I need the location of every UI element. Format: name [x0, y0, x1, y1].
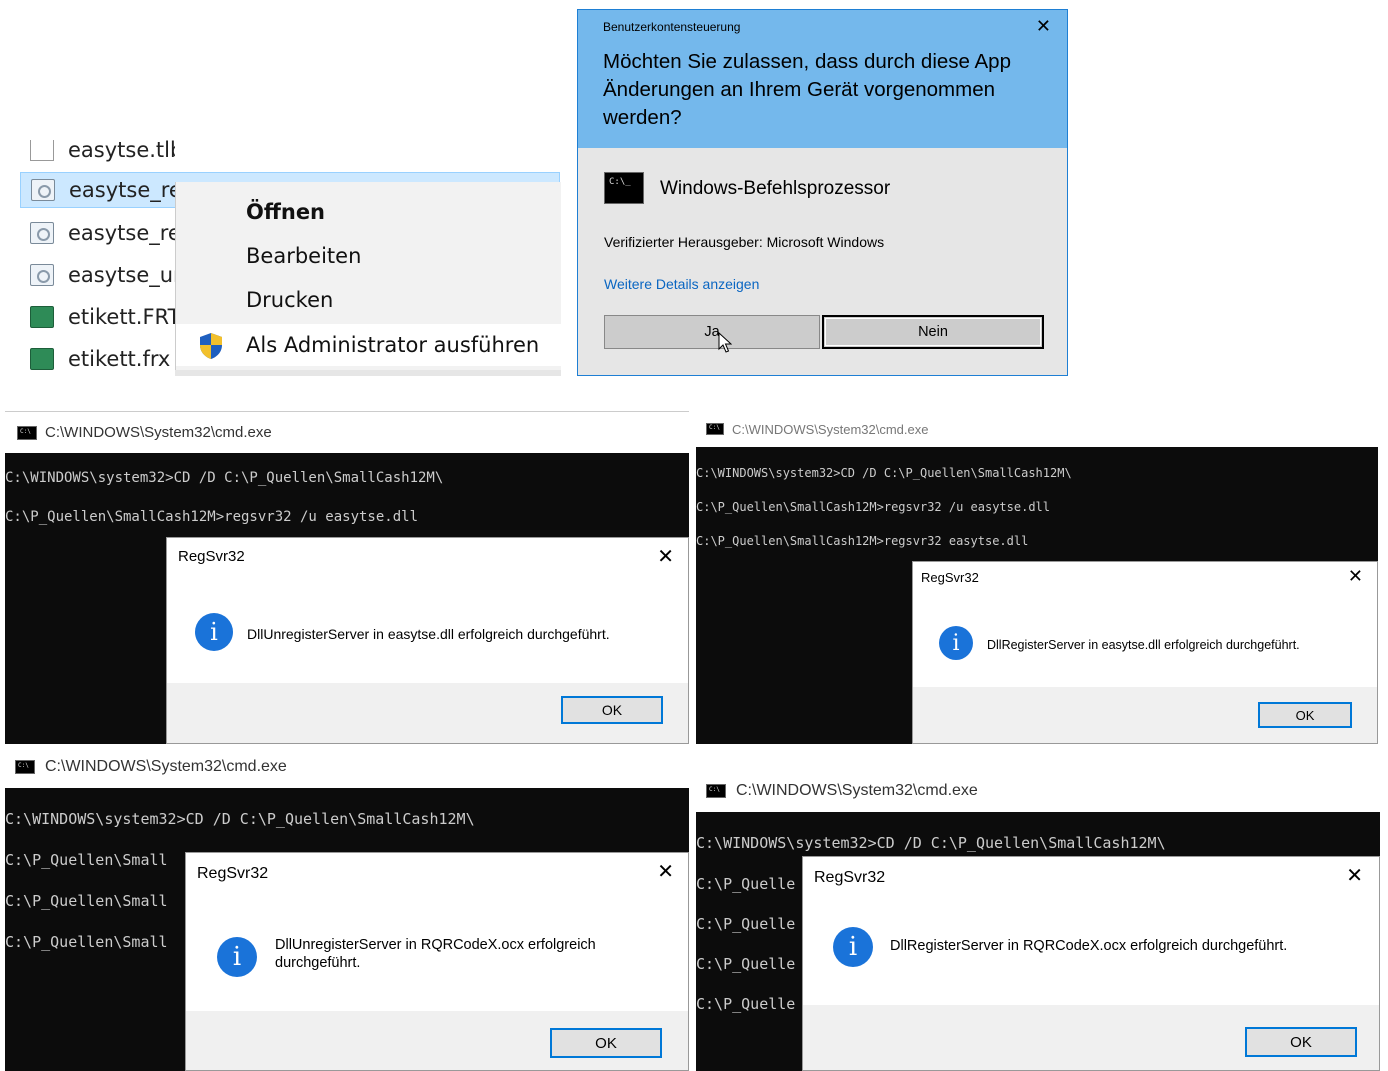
uac-shield-icon — [200, 333, 222, 359]
file-name: etikett.frx — [68, 347, 171, 371]
console-line: C:\P_Quellen\SmallCash12M>regsvr32 /u ea… — [5, 509, 419, 525]
menu-item-edit[interactable]: Bearbeiten — [246, 244, 361, 268]
dialog-message: DllUnregisterServer in RQRCodeX.ocx erfo… — [275, 937, 596, 971]
ok-label: OK — [1290, 1033, 1312, 1051]
file-name: easytse.tlb — [68, 140, 175, 162]
cmd-title: C:\WINDOWS\System32\cmd.exe — [45, 424, 272, 441]
close-icon[interactable]: ✕ — [1346, 863, 1363, 888]
cmd-icon: C:\ — [17, 426, 37, 440]
file-row[interactable]: easytse_ur — [20, 257, 175, 293]
ok-button[interactable]: OK — [561, 696, 663, 724]
cmd-window: C:\ C:\WINDOWS\System32\cmd.exe C:\WINDO… — [5, 411, 689, 744]
file-row[interactable]: etikett.FRT — [20, 299, 175, 335]
ok-label: OK — [1295, 707, 1315, 723]
ok-label: OK — [601, 702, 623, 718]
form-file-icon — [30, 306, 54, 328]
cmd-window: C:\ C:\WINDOWS\System32\cmd.exe C:\WINDO… — [696, 772, 1380, 1071]
cmd-titlebar: C:\ C:\WINDOWS\System32\cmd.exe — [5, 411, 689, 454]
file-icon — [30, 140, 54, 161]
console-line: C:\WINDOWS\system32>CD /D C:\P_Quellen\S… — [5, 810, 475, 828]
info-icon: i — [833, 927, 873, 967]
console-line: C:\WINDOWS\system32>CD /D C:\P_Quellen\S… — [696, 834, 1166, 852]
info-icon: i — [939, 626, 973, 660]
context-menu-shadow — [175, 370, 561, 376]
yes-button[interactable]: Ja — [604, 315, 820, 353]
config-file-icon — [30, 264, 54, 286]
menu-item-label: Als Administrator ausführen — [246, 333, 540, 357]
file-name: etikett.FRT — [68, 305, 175, 329]
uac-caption: Benutzerkontensteuerung — [603, 20, 741, 34]
console-line: C:\P_Quellen\Small — [5, 892, 168, 910]
info-icon: i — [195, 613, 233, 651]
cmd-icon: C:\ — [15, 760, 35, 774]
cmd-icon: C:\ — [706, 784, 726, 798]
console-line: C:\P_Quellen\SmallCash12M>regsvr32 /u ea… — [696, 500, 1051, 514]
cmd-icon: C:\ — [706, 423, 724, 435]
close-icon[interactable]: ✕ — [1348, 566, 1363, 587]
file-row[interactable]: etikett.frx — [20, 341, 175, 376]
console-line: C:\WINDOWS\system32>CD /D C:\P_Quellen\S… — [5, 470, 444, 486]
ok-button[interactable]: OK — [1258, 702, 1352, 728]
console-line: C:\P_Quellen\Small — [5, 851, 168, 869]
cmd-window: C:\ C:\WINDOWS\System32\cmd.exe C:\WINDO… — [696, 411, 1378, 744]
regsvr32-dialog: RegSvr32 ✕ i DllRegisterServer in easyts… — [912, 561, 1378, 744]
close-icon[interactable]: ✕ — [657, 544, 674, 569]
regsvr32-dialog: RegSvr32 ✕ i DllUnregisterServer in RQRC… — [185, 852, 689, 1071]
mouse-cursor-icon — [718, 332, 732, 353]
dialog-title: RegSvr32 — [178, 548, 245, 565]
config-file-icon — [31, 179, 55, 201]
dialog-message: DllRegisterServer in easytse.dll erfolgr… — [987, 638, 1300, 652]
uac-question: Möchten Sie zulassen, dass durch diese A… — [603, 50, 1011, 129]
ok-label: OK — [595, 1034, 617, 1052]
regsvr32-dialog: RegSvr32 ✕ i DllRegisterServer in RQRCod… — [802, 856, 1380, 1071]
config-file-icon — [30, 222, 54, 244]
cmd-titlebar: C:\ C:\WINDOWS\System32\cmd.exe — [696, 772, 1380, 812]
cmd-window: C:\ C:\WINDOWS\System32\cmd.exe C:\WINDO… — [5, 748, 689, 1071]
file-name: easytse_ur — [68, 263, 175, 287]
cmd-title: C:\WINDOWS\System32\cmd.exe — [732, 422, 929, 437]
dialog-title: RegSvr32 — [814, 869, 886, 886]
cmd-title: C:\WINDOWS\System32\cmd.exe — [736, 782, 978, 799]
details-link[interactable]: Weitere Details anzeigen — [604, 276, 759, 292]
menu-item-print[interactable]: Drucken — [246, 288, 333, 312]
file-name: easytse_re — [69, 178, 182, 202]
file-row[interactable]: easytse_re — [20, 215, 175, 251]
console-line: C:\P_Quelle — [696, 875, 796, 893]
dialog-title: RegSvr32 — [921, 570, 979, 585]
ok-button[interactable]: OK — [550, 1028, 662, 1058]
form-file-icon — [30, 348, 54, 370]
console-line: C:\P_Quelle — [696, 955, 796, 973]
uac-app-name: Windows-Befehlsprozessor — [660, 178, 891, 199]
info-icon: i — [217, 937, 257, 977]
uac-dialog: Benutzerkontensteuerung ✕ Möchten Sie zu… — [577, 9, 1068, 376]
console-line: C:\P_Quellen\Small — [5, 933, 168, 951]
console-line: C:\WINDOWS\system32>CD /D C:\P_Quellen\S… — [696, 466, 1072, 480]
cmd-icon: C:\_ — [604, 172, 644, 204]
file-name: easytse_re — [68, 221, 175, 245]
console-line: C:\P_Quelle — [696, 995, 796, 1013]
file-row[interactable]: easytse.tlb — [20, 140, 175, 168]
dialog-message: DllUnregisterServer in easytse.dll erfol… — [247, 626, 610, 642]
context-menu: Öffnen Bearbeiten Drucken Als Administra… — [175, 182, 562, 376]
close-icon[interactable]: ✕ — [1036, 16, 1051, 37]
close-icon[interactable]: ✕ — [657, 859, 674, 884]
dialog-message: DllRegisterServer in RQRCodeX.ocx erfolg… — [890, 938, 1288, 954]
regsvr32-dialog: RegSvr32 ✕ i DllUnregisterServer in easy… — [166, 537, 689, 744]
menu-item-open[interactable]: Öffnen — [246, 200, 325, 224]
cmd-titlebar: C:\ C:\WINDOWS\System32\cmd.exe — [696, 411, 1378, 447]
uac-publisher: Verifizierter Herausgeber: Microsoft Win… — [604, 234, 885, 250]
no-button[interactable]: Nein — [822, 315, 1044, 349]
console-line: C:\P_Quellen\SmallCash12M>regsvr32 easyt… — [696, 534, 1029, 548]
menu-item-run-as-admin[interactable]: Als Administrator ausführen — [176, 324, 562, 366]
cmd-title: C:\WINDOWS\System32\cmd.exe — [45, 758, 287, 775]
cmd-titlebar: C:\ C:\WINDOWS\System32\cmd.exe — [5, 748, 689, 788]
no-label: Nein — [918, 324, 948, 340]
console-line: C:\P_Quelle — [696, 915, 796, 933]
dialog-title: RegSvr32 — [197, 865, 269, 882]
ok-button[interactable]: OK — [1245, 1027, 1357, 1057]
